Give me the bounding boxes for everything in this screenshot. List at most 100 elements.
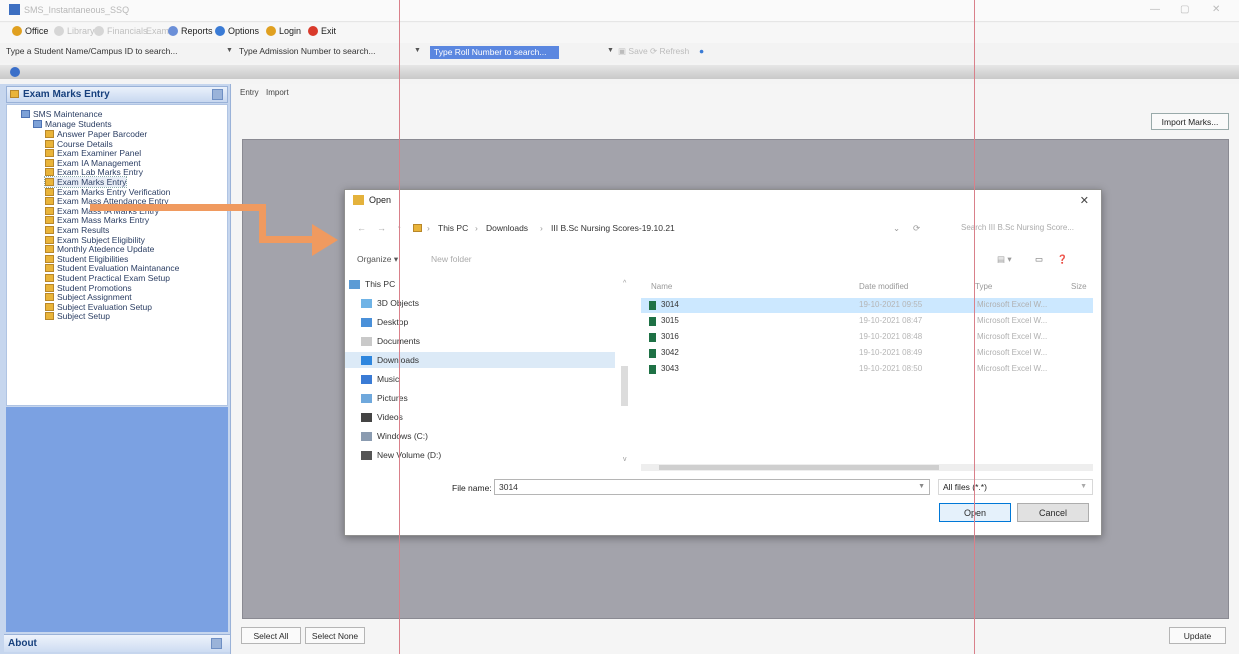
admission-search-input[interactable]: Type Admission Number to search... (239, 46, 376, 56)
close-icon[interactable]: ✕ (1080, 194, 1089, 207)
tree-item-subject-setup[interactable]: Subject Setup (45, 311, 110, 321)
refresh-icon[interactable]: ⟳ (913, 223, 920, 234)
update-button[interactable]: Update (1169, 627, 1226, 644)
menu-reports[interactable]: Reports (168, 26, 213, 36)
tree-item-exam-subject-eligibility[interactable]: Exam Subject Eligibility (45, 235, 145, 245)
menu-exam[interactable]: Exam (146, 26, 169, 36)
nav-lower-pane (6, 407, 228, 632)
preview-pane-icon[interactable]: ▭ (1035, 254, 1043, 265)
file-row[interactable]: 3042 19-10-2021 08:49 Microsoft Excel W... (641, 346, 1093, 361)
tree-item-subject-assignment[interactable]: Subject Assignment (45, 292, 132, 302)
menu-library[interactable]: Library (54, 26, 95, 36)
scroll-down-icon[interactable]: v (623, 456, 627, 463)
cancel-button[interactable]: Cancel (1017, 503, 1089, 522)
import-marks-button[interactable]: Import Marks... (1151, 113, 1229, 130)
breadcrumb-folder[interactable]: III B.Sc Nursing Scores-19.10.21 (551, 223, 675, 233)
tree-group-node[interactable]: Manage Students (33, 119, 112, 129)
column-size[interactable]: Size (1071, 282, 1087, 291)
tree-item-exam-mass-marks-entry[interactable]: Exam Mass Marks Entry (45, 215, 149, 225)
nav-pane-item-music[interactable]: Music (345, 371, 615, 387)
file-name-input[interactable]: 3014 ▼ (494, 479, 930, 495)
ribbon-app-icon[interactable] (10, 67, 20, 77)
nav-pane-item-videos[interactable]: Videos (345, 409, 615, 425)
tab-import[interactable]: Import (266, 88, 289, 97)
nav-pane-item-3d-objects[interactable]: 3D Objects (345, 295, 615, 311)
pin-icon[interactable] (211, 638, 222, 649)
tree-item-answer-paper-barcoder[interactable]: Answer Paper Barcoder (45, 129, 147, 139)
file-type: Microsoft Excel W... (977, 300, 1048, 309)
tree-item-monthly-atedence-update[interactable]: Monthly Atedence Update (45, 244, 154, 254)
music-icon (361, 374, 372, 384)
nav-pane-item-documents[interactable]: Documents (345, 333, 615, 349)
help-icon[interactable]: ❓ (1057, 254, 1068, 265)
minimize-icon[interactable]: — (1150, 4, 1160, 15)
scrollbar-thumb[interactable] (659, 465, 939, 470)
scroll-up-icon[interactable]: ^ (623, 280, 626, 287)
menu-login[interactable]: Login (266, 26, 301, 36)
help-icon[interactable]: ● (699, 46, 704, 56)
tree-item-course-details[interactable]: Course Details (45, 139, 113, 149)
column-name[interactable]: Name (651, 282, 672, 291)
menu-financials[interactable]: Financials (94, 26, 148, 36)
tree-item-subject-evaluation-setup[interactable]: Subject Evaluation Setup (45, 302, 152, 312)
tree-item-student-evaluation-maintanance[interactable]: Student Evaluation Maintanance (45, 263, 179, 273)
new-folder-button[interactable]: New folder (431, 254, 472, 264)
column-type[interactable]: Type (975, 282, 992, 291)
menu-exit[interactable]: Exit (308, 26, 336, 36)
file-date-modified: 19-10-2021 08:49 (859, 348, 923, 357)
nav-pane-item-this-pc[interactable]: This PC (345, 276, 615, 292)
chevron-down-icon[interactable]: ⌄ (893, 223, 900, 234)
videos-icon (361, 412, 372, 422)
file-row[interactable]: 3015 19-10-2021 08:47 Microsoft Excel W... (641, 314, 1093, 329)
chevron-down-icon[interactable]: ▼ (226, 47, 233, 54)
organize-button[interactable]: Organize ▾ (357, 254, 398, 265)
refresh-button[interactable]: ⟳ Refresh (650, 46, 689, 57)
chevron-down-icon[interactable]: ▼ (918, 483, 925, 490)
student-name-search-input[interactable]: Type a Student Name/Campus ID to search.… (6, 46, 178, 56)
pin-icon[interactable] (212, 89, 223, 100)
menu-office[interactable]: Office (12, 26, 48, 36)
save-button[interactable]: ▣ Save (618, 46, 648, 57)
tree-item-exam-marks-entry-verification[interactable]: Exam Marks Entry Verification (45, 187, 170, 197)
column-date-modified[interactable]: Date modified (859, 282, 908, 291)
select-all-button[interactable]: Select All (241, 627, 301, 644)
select-none-button[interactable]: Select None (305, 627, 365, 644)
nav-pane-item-windows-c-[interactable]: Windows (C:) (345, 428, 615, 444)
tree-root-node[interactable]: SMS Maintenance (21, 109, 102, 119)
file-row[interactable]: 3014 19-10-2021 09:55 Microsoft Excel W... (641, 298, 1093, 313)
close-icon[interactable]: ✕ (1212, 4, 1220, 15)
tree-item-student-promotions[interactable]: Student Promotions (45, 283, 132, 293)
view-options-icon[interactable]: ▤ ▾ (997, 254, 1012, 265)
tree-item-exam-lab-marks-entry[interactable]: Exam Lab Marks Entry (45, 167, 143, 177)
chevron-down-icon[interactable]: ▼ (414, 47, 421, 54)
back-icon[interactable]: ← (357, 223, 366, 233)
menu-options[interactable]: Options (215, 26, 259, 36)
nav-pane-item-pictures[interactable]: Pictures (345, 390, 615, 406)
breadcrumb-this-pc[interactable]: This PC (438, 223, 468, 233)
tree-item-exam-results[interactable]: Exam Results (45, 225, 109, 235)
tree-item-exam-marks-entry[interactable]: Exam Marks Entry (43, 176, 128, 188)
tab-entry[interactable]: Entry (240, 88, 259, 97)
about-section[interactable]: About (4, 634, 230, 652)
nav-pane-item-new-volume-d-[interactable]: New Volume (D:) (345, 447, 615, 463)
tree-item-exam-examiner-panel[interactable]: Exam Examiner Panel (45, 148, 141, 158)
dialog-search-input[interactable]: Search III B.Sc Nursing Score... (957, 222, 1093, 236)
file-name: 3043 (661, 364, 679, 373)
nav-pane-scrollbar[interactable] (621, 366, 628, 406)
nav-pane-item-desktop[interactable]: Desktop (345, 314, 615, 330)
file-row[interactable]: 3043 19-10-2021 08:50 Microsoft Excel W... (641, 362, 1093, 377)
maximize-icon[interactable]: ▢ (1180, 4, 1189, 15)
tree-item-exam-ia-management[interactable]: Exam IA Management (45, 158, 141, 168)
breadcrumb-downloads[interactable]: Downloads (486, 223, 528, 233)
tree-item-student-practical-exam-setup[interactable]: Student Practical Exam Setup (45, 273, 170, 283)
nav-pane-item-downloads[interactable]: Downloads (345, 352, 615, 368)
forward-icon[interactable]: → (377, 223, 386, 233)
menu-reports-label: Reports (181, 26, 213, 36)
chevron-down-icon[interactable]: ▼ (607, 47, 614, 54)
open-button[interactable]: Open (939, 503, 1011, 522)
file-type-select[interactable]: All files (*.*) ▼ (938, 479, 1093, 495)
file-row[interactable]: 3016 19-10-2021 08:48 Microsoft Excel W... (641, 330, 1093, 345)
tree-item-student-eligibilities[interactable]: Student Eligibilities (45, 254, 128, 264)
horizontal-scrollbar[interactable] (641, 464, 1093, 471)
roll-number-search-input[interactable]: Type Roll Number to search... (430, 46, 559, 59)
